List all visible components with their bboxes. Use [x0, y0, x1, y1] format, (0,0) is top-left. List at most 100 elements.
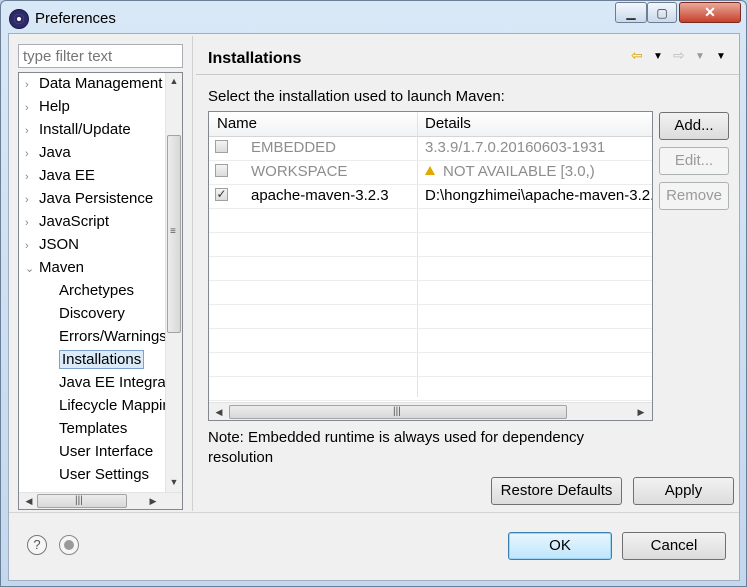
tree-item[interactable]: › Java EE	[25, 165, 95, 188]
tree-item[interactable]: Installations	[59, 349, 145, 372]
tree-item-label: Install/Update	[39, 121, 131, 138]
tree-item-label: Java Persistence	[39, 190, 154, 207]
grip-icon: ≡	[170, 226, 176, 237]
close-button[interactable]: ✕	[679, 2, 741, 23]
installation-checkbox[interactable]: ✓	[215, 188, 228, 201]
view-menu-icon[interactable]: ▼	[716, 51, 726, 62]
tree-item-label: Data Management	[39, 75, 163, 92]
expander-icon[interactable]: ⌄	[25, 258, 39, 280]
installation-details: NOT AVAILABLE [3.0,)	[425, 163, 595, 180]
installations-description: Select the installation used to launch M…	[208, 88, 505, 105]
grip-icon: |||	[393, 406, 401, 417]
expander-icon[interactable]: ›	[25, 212, 39, 234]
table-horizontal-scrollbar[interactable]: ◀ ||| ▶	[209, 402, 652, 420]
preference-tree[interactable]: › Data Management › Help › Install/Update › Jav…	[18, 72, 183, 510]
back-menu-chevron-icon[interactable]: ▼	[653, 51, 663, 62]
tree-item-label: User Interface	[59, 443, 154, 460]
record-icon[interactable]	[59, 535, 79, 555]
tree-item[interactable]: Archetypes	[59, 280, 134, 303]
table-row[interactable]: ✓ apache-maven-3.2.3 D:\hongzhimei\apache-…	[209, 184, 652, 209]
scroll-right-icon[interactable]: ▶	[145, 496, 161, 507]
installation-details: 3.3.9/1.7.0.20160603-1931	[425, 139, 605, 156]
tree-item[interactable]: › Java Persistence	[25, 188, 153, 211]
tree-item-label: Help	[39, 98, 70, 115]
tree-item[interactable]: Java EE Integration	[59, 372, 165, 395]
tree-item[interactable]: User Interface	[59, 441, 153, 464]
tree-item-label: Java EE Integration	[59, 374, 165, 391]
tree-item[interactable]: Discovery	[59, 303, 125, 326]
installation-name: apache-maven-3.2.3	[251, 187, 389, 204]
back-arrow-icon[interactable]: ⇦	[631, 47, 643, 64]
tree-item-label: Archetypes	[59, 282, 135, 299]
tree-item[interactable]: › Help	[25, 96, 70, 119]
column-header-name[interactable]: Name	[217, 115, 257, 132]
table-row[interactable]	[209, 352, 652, 377]
forward-arrow-icon[interactable]: ⇨	[673, 47, 685, 64]
scroll-down-icon[interactable]: ▼	[166, 477, 182, 487]
tree-item-label: JSON	[39, 236, 80, 253]
ok-button[interactable]: OK	[508, 532, 612, 560]
sash-divider[interactable]	[192, 36, 193, 511]
table-row[interactable]	[209, 328, 652, 353]
tree-item-label: Maven	[39, 259, 85, 276]
cancel-button[interactable]: Cancel	[622, 532, 726, 560]
filter-input[interactable]	[18, 44, 183, 68]
table-header: Name Details	[209, 112, 652, 137]
maximize-button[interactable]: ▢	[647, 2, 677, 23]
expander-icon[interactable]: ›	[25, 235, 39, 257]
expander-icon[interactable]: ›	[25, 97, 39, 119]
scroll-right-icon[interactable]: ▶	[633, 407, 649, 418]
tree-item[interactable]: Errors/Warnings	[59, 326, 165, 349]
scroll-left-icon[interactable]: ◀	[21, 496, 37, 507]
tree-item[interactable]: User Settings	[59, 464, 149, 487]
tree-item[interactable]: › JavaScript	[25, 211, 109, 234]
restore-defaults-button[interactable]: Restore Defaults	[491, 477, 622, 505]
expander-icon[interactable]: ›	[25, 74, 39, 96]
minimize-button[interactable]: ▁	[615, 2, 647, 23]
scroll-up-icon[interactable]: ▲	[166, 76, 182, 86]
maximize-icon: ▢	[656, 5, 668, 20]
installation-checkbox[interactable]	[215, 140, 228, 153]
table-row[interactable]	[209, 376, 652, 401]
tree-item-label: Templates	[59, 420, 128, 437]
table-row[interactable]	[209, 256, 652, 281]
tree-item[interactable]: › Install/Update	[25, 119, 131, 142]
installation-details-text: D:\hongzhimei\apache-maven-3.2.3	[425, 187, 653, 204]
table-row[interactable]	[209, 232, 652, 257]
installation-details-text: 3.3.9/1.7.0.20160603-1931	[425, 139, 606, 156]
installation-checkbox[interactable]	[215, 164, 228, 177]
tree-horizontal-scrollbar[interactable]: ◀ ||| ▶	[19, 492, 182, 509]
tree-vertical-scrollbar[interactable]: ▲ ≡ ▼	[165, 73, 182, 493]
tree-item[interactable]: Lifecycle Mappings	[59, 395, 165, 418]
expander-icon[interactable]: ›	[25, 189, 39, 211]
table-row[interactable]	[209, 280, 652, 305]
tree-item[interactable]: Templates	[59, 418, 127, 441]
column-header-details[interactable]: Details	[425, 115, 471, 132]
tree-item[interactable]: ⌄ Maven	[25, 257, 84, 280]
tree-item[interactable]: › JSON	[25, 234, 79, 257]
tree-item[interactable]: › Data Management	[25, 73, 162, 96]
tree-item[interactable]: › Java	[25, 142, 71, 165]
table-row[interactable]	[209, 304, 652, 329]
edit-button[interactable]: Edit...	[659, 147, 729, 175]
installation-details: D:\hongzhimei\apache-maven-3.2.3	[425, 187, 653, 204]
installations-table[interactable]: Name Details EMBEDDED 3.3.9/1.7.0.2016060…	[208, 111, 653, 421]
table-row[interactable]: WORKSPACE NOT AVAILABLE [3.0,)	[209, 160, 652, 185]
tree-item-label: Java EE	[39, 167, 95, 184]
forward-menu-chevron-icon[interactable]: ▼	[695, 51, 705, 62]
remove-button[interactable]: Remove	[659, 182, 729, 210]
expander-icon[interactable]: ›	[25, 143, 39, 165]
expander-icon[interactable]: ›	[25, 166, 39, 188]
title-bar[interactable]: Preferences ▁ ▢ ✕	[1, 1, 746, 35]
preferences-window: Preferences ▁ ▢ ✕ ›Data Management›Help›…	[0, 0, 747, 587]
add-button[interactable]: Add...	[659, 112, 729, 140]
table-row[interactable]: EMBEDDED 3.3.9/1.7.0.20160603-1931	[209, 136, 652, 161]
close-icon: ✕	[704, 4, 716, 20]
help-icon[interactable]: ?	[27, 535, 47, 555]
apply-button[interactable]: Apply	[633, 477, 734, 505]
tree-items: › Data Management › Help › Install/Update › Jav…	[19, 73, 165, 493]
table-row[interactable]	[209, 208, 652, 233]
scroll-left-icon[interactable]: ◀	[211, 407, 227, 418]
expander-icon[interactable]: ›	[25, 120, 39, 142]
tree-item-label: Lifecycle Mappings	[59, 397, 165, 414]
